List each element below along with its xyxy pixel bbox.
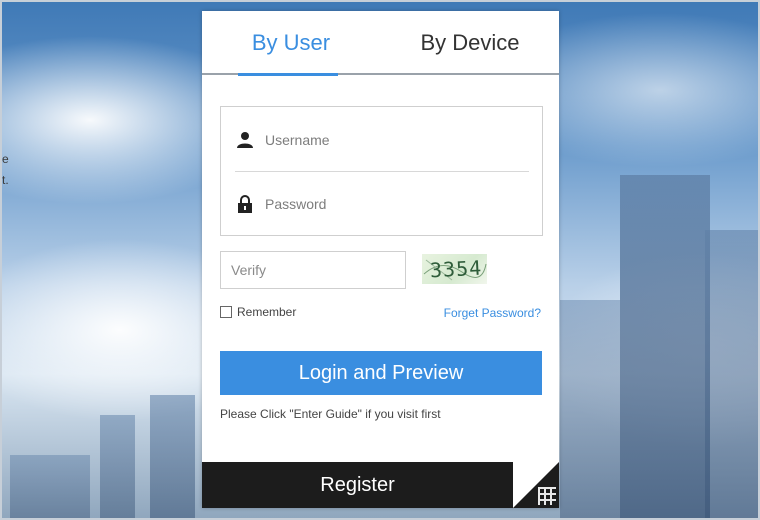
- register-button[interactable]: Register: [202, 462, 513, 508]
- login-tabs: By User By Device: [202, 11, 559, 76]
- tab-by-device[interactable]: By Device: [381, 11, 559, 75]
- forgot-password-link[interactable]: Forget Password?: [444, 306, 541, 320]
- checkbox-box[interactable]: [220, 306, 232, 318]
- verify-field: [220, 251, 406, 289]
- divider: [235, 171, 529, 172]
- building: [100, 415, 135, 520]
- lock-icon: [235, 194, 255, 214]
- building: [705, 230, 760, 520]
- credentials-box: [220, 106, 543, 236]
- captcha-text: 3354: [429, 255, 483, 283]
- username-input[interactable]: [265, 132, 515, 148]
- remember-label: Remember: [237, 305, 297, 319]
- username-row: [235, 115, 529, 165]
- background-text: t.: [2, 173, 9, 187]
- qr-code-icon: [538, 487, 556, 505]
- building: [150, 395, 195, 520]
- login-card: By User By Device Username Verify 3354 R…: [202, 11, 559, 508]
- user-icon: [235, 130, 255, 150]
- login-button[interactable]: Login and Preview: [220, 351, 542, 395]
- captcha-image[interactable]: 3354: [422, 254, 487, 284]
- password-row: [235, 179, 529, 229]
- verify-input[interactable]: [231, 262, 401, 278]
- building: [620, 175, 710, 520]
- building: [560, 300, 620, 520]
- remember-checkbox[interactable]: Remember: [220, 305, 296, 319]
- tab-by-user[interactable]: By User: [202, 11, 380, 75]
- building: [10, 455, 90, 520]
- password-input[interactable]: [265, 196, 515, 212]
- background-text: e: [2, 152, 9, 166]
- qr-code-corner[interactable]: [513, 462, 559, 508]
- active-tab-indicator: [238, 73, 338, 76]
- guide-hint: Please Click "Enter Guide" if you visit …: [220, 407, 441, 421]
